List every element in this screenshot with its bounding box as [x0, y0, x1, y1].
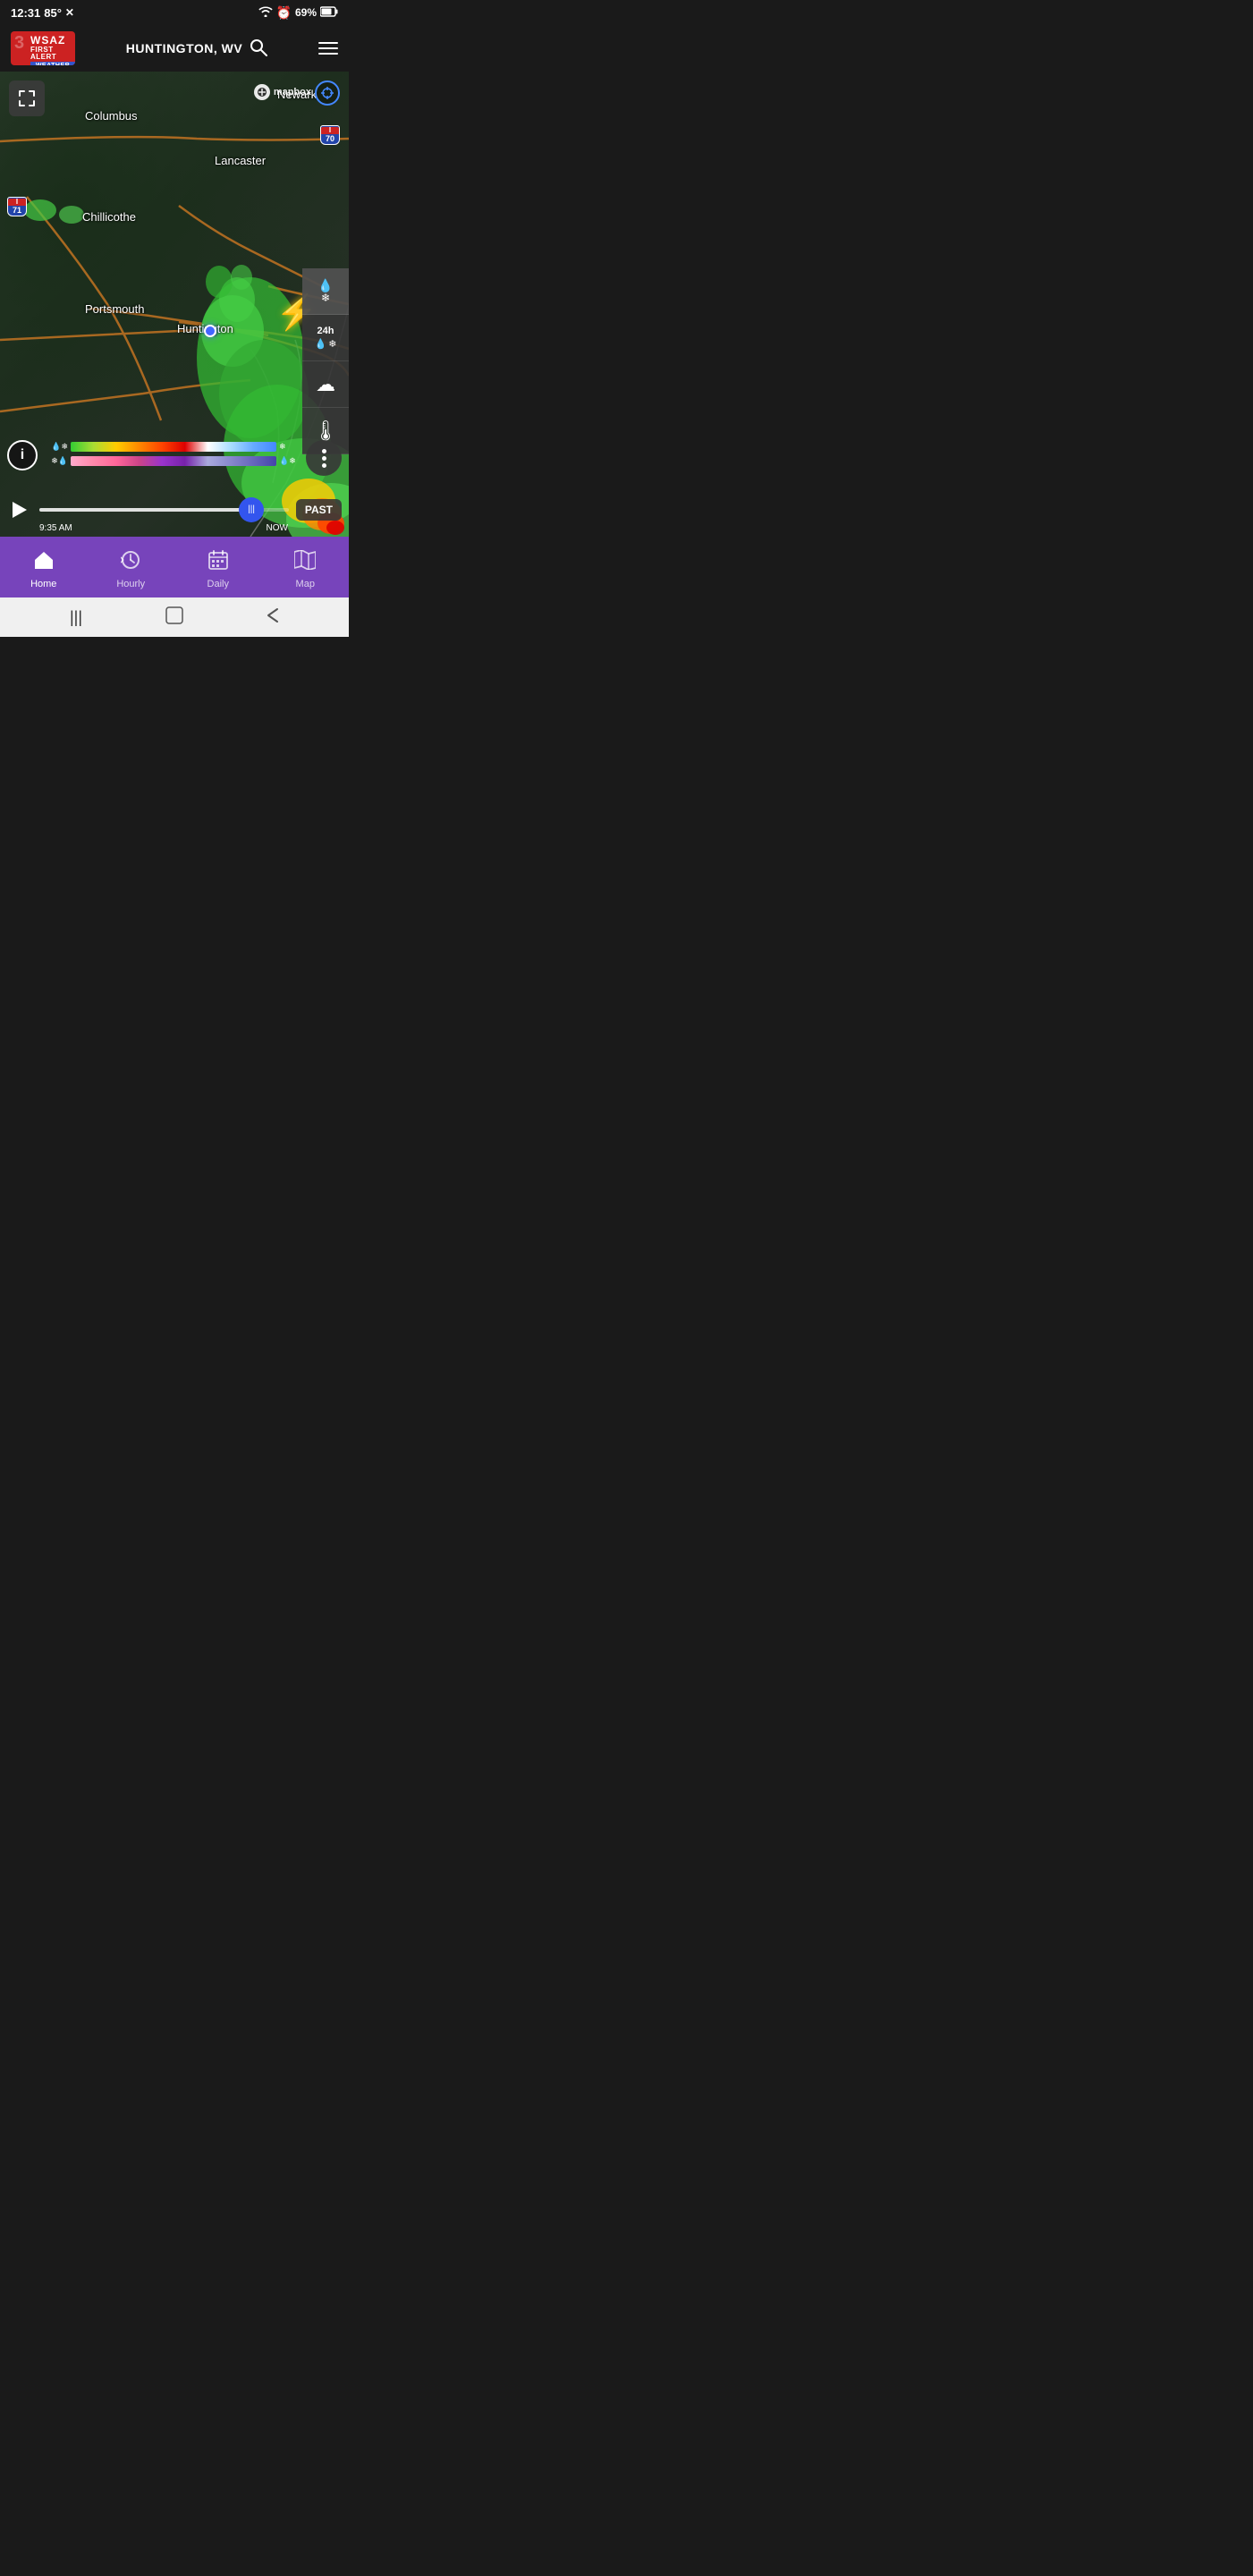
- home-label: Home: [30, 579, 56, 589]
- cloud-icon: ☁: [316, 373, 335, 396]
- snow-icon: ❄: [321, 292, 330, 304]
- legend-gradient-1: [71, 442, 276, 452]
- rain-icon-24h: 💧: [315, 338, 327, 350]
- radar-layer-button[interactable]: 💧 ❄: [302, 268, 349, 315]
- home-icon: [33, 550, 55, 575]
- close-icon: ✕: [65, 6, 74, 19]
- progress-fill: [39, 508, 251, 512]
- hourly-label: Hourly: [116, 579, 145, 589]
- android-back-button[interactable]: [255, 599, 291, 635]
- more-options-button[interactable]: [306, 440, 342, 476]
- battery-icon: [320, 6, 338, 20]
- location-text: HUNTINGTON, WV: [126, 41, 242, 55]
- battery-display: 69%: [295, 6, 317, 19]
- expand-map-button[interactable]: [9, 80, 45, 116]
- logo-container: 3 WSAZ FIRST ALERT WEATHER: [11, 31, 75, 65]
- android-home-button[interactable]: [157, 599, 192, 635]
- map-layer-panel: 💧 ❄ 24h 💧 ❄ ☁ 🌡: [302, 268, 349, 454]
- map-icon: [294, 550, 316, 575]
- legend-snow-rain-icon: ❄💧: [43, 456, 68, 466]
- menu-button[interactable]: [318, 42, 338, 55]
- calendar-icon: [208, 550, 228, 575]
- thermometer-icon: 🌡: [313, 419, 338, 443]
- status-right: ⏰ 69%: [258, 5, 338, 21]
- android-multiwindow-button[interactable]: |||: [58, 599, 94, 635]
- legend-row-1: 💧❄ ❄: [43, 441, 297, 453]
- legend-end-icon-2: 💧❄: [279, 456, 297, 466]
- temperature-display: 85°: [44, 6, 62, 20]
- 24h-label: 24h: [317, 326, 334, 336]
- playback-controls: ||| PAST: [7, 497, 342, 522]
- legend-rain-snow-icon: 💧❄: [43, 442, 68, 452]
- city-chillicothe: Chillicothe: [82, 210, 136, 224]
- nav-item-hourly[interactable]: Hourly: [88, 537, 175, 597]
- alarm-icon: ⏰: [276, 5, 292, 21]
- location-display: HUNTINGTON, WV: [126, 38, 267, 59]
- status-bar: 12:31 85° ✕ ⏰ 69%: [0, 0, 349, 25]
- location-target-button[interactable]: [315, 80, 340, 106]
- wifi-icon: [258, 6, 273, 20]
- status-left: 12:31 85° ✕: [11, 6, 74, 20]
- bottom-navigation: Home Hourly: [0, 537, 349, 597]
- nav-item-daily[interactable]: Daily: [174, 537, 262, 597]
- map-container[interactable]: Newark Columbus Lancaster Chillicothe Pa…: [0, 72, 349, 537]
- wsaz-text: WSAZ: [30, 34, 75, 47]
- nav-item-home[interactable]: Home: [0, 537, 88, 597]
- interstate-70-shield: I 70: [320, 125, 340, 145]
- 24h-layer-button[interactable]: 24h 💧 ❄: [302, 315, 349, 361]
- past-button[interactable]: PAST: [296, 499, 342, 521]
- playback-time-start: 9:35 AM: [39, 523, 72, 533]
- home-circle-icon: [165, 606, 183, 629]
- city-lancaster: Lancaster: [215, 154, 266, 167]
- mapbox-logo: mapbox: [254, 84, 311, 100]
- time-display: 12:31: [11, 6, 40, 20]
- snow-icon-24h: ❄: [328, 338, 336, 350]
- more-dots-icon: [322, 449, 326, 468]
- cloud-layer-button[interactable]: ☁: [302, 361, 349, 408]
- app-header: 3 WSAZ FIRST ALERT WEATHER HUNTINGTON, W…: [0, 25, 349, 72]
- back-icon: [267, 607, 279, 628]
- android-navigation-bar: |||: [0, 597, 349, 637]
- app-logo: 3 WSAZ FIRST ALERT WEATHER: [11, 31, 75, 65]
- clock-icon: [121, 550, 140, 575]
- info-button[interactable]: i: [7, 440, 38, 470]
- playback-time-now: NOW: [267, 523, 288, 533]
- city-portsmouth: Portsmouth: [85, 302, 144, 316]
- map-label: Map: [296, 579, 315, 589]
- legend-container: 💧❄ ❄ ❄💧 💧❄: [43, 441, 297, 467]
- thumb-icon: |||: [248, 505, 255, 514]
- first-alert-text: FIRST ALERT: [30, 47, 75, 61]
- current-location-dot: [204, 325, 216, 337]
- city-columbus: Columbus: [85, 109, 138, 123]
- interstate-71-shield: I 71: [7, 197, 27, 216]
- daily-label: Daily: [207, 579, 229, 589]
- weather-text: WEATHER: [30, 62, 75, 65]
- progress-thumb[interactable]: |||: [239, 497, 264, 522]
- nav-item-map[interactable]: Map: [262, 537, 350, 597]
- progress-track[interactable]: |||: [39, 508, 289, 512]
- mapbox-text: mapbox: [274, 87, 311, 97]
- legend-row-2: ❄💧 💧❄: [43, 455, 297, 467]
- legend-end-icon-1: ❄: [279, 442, 297, 452]
- play-button[interactable]: [7, 497, 32, 522]
- search-icon[interactable]: [250, 38, 267, 59]
- multiwindow-icon: |||: [70, 608, 82, 627]
- legend-gradient-2: [71, 456, 276, 466]
